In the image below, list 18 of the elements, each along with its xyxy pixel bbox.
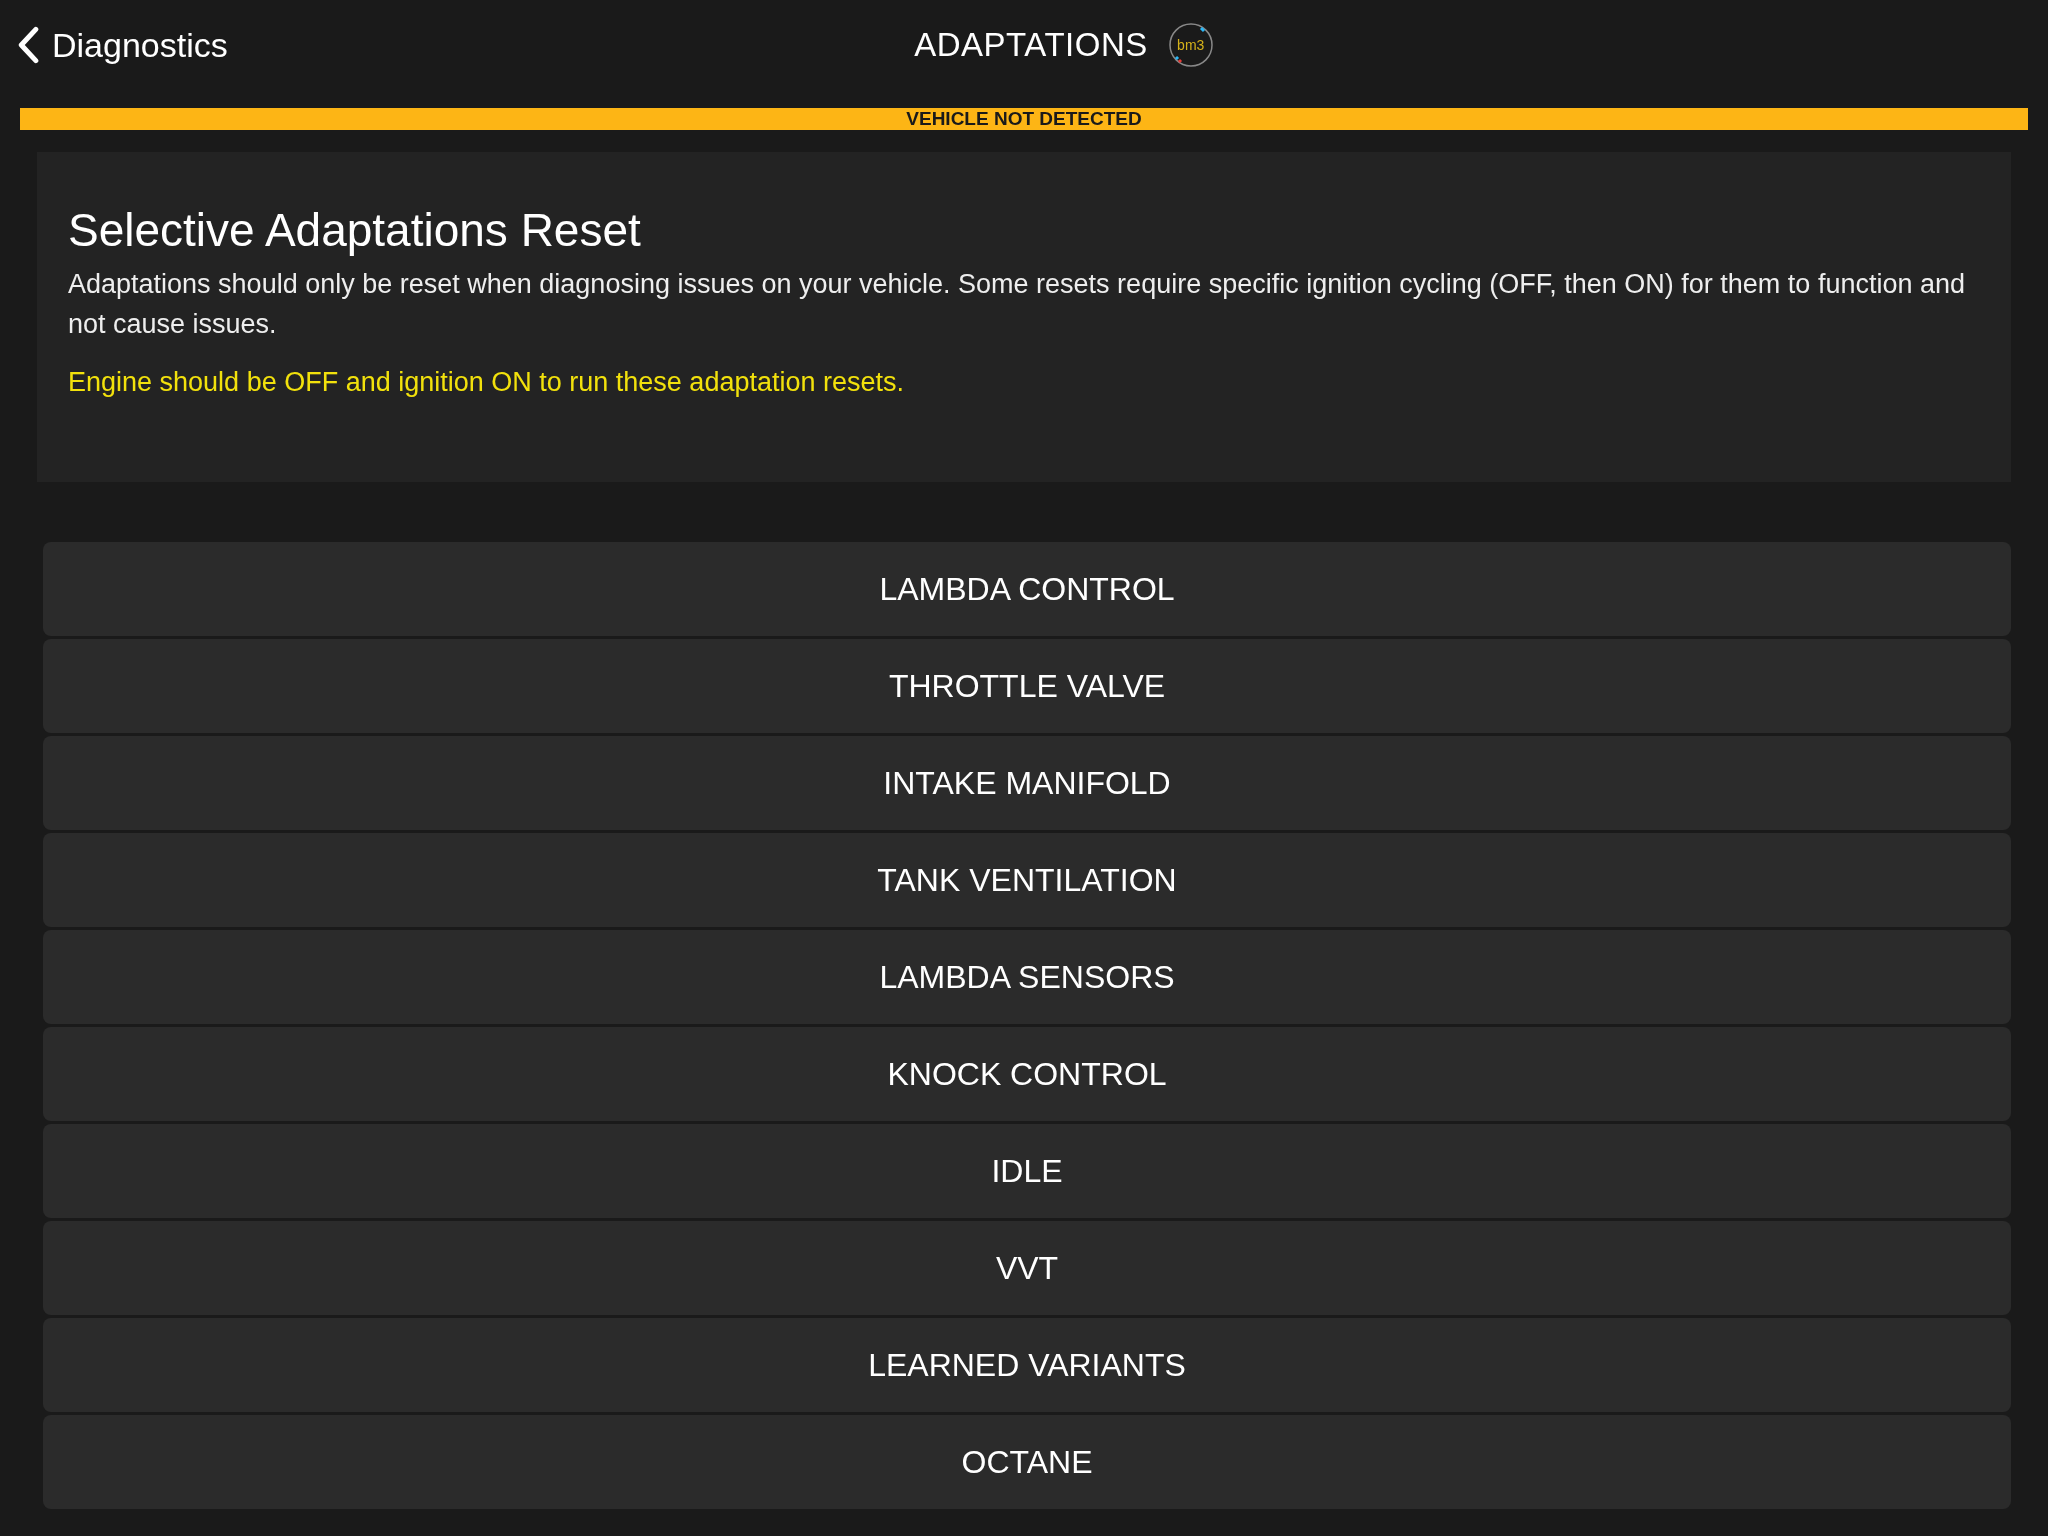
logo: bm3 [1167, 22, 1214, 68]
reset-button[interactable]: VVT [43, 1221, 2011, 1315]
status-banner: VEHICLE NOT DETECTED [20, 108, 2028, 130]
reset-button[interactable]: LEARNED VARIANTS [43, 1318, 2011, 1412]
page-title: ADAPTATIONS [914, 26, 1148, 64]
chevron-left-icon [16, 26, 40, 64]
reset-button[interactable]: OCTANE [43, 1415, 2011, 1509]
section-heading: Selective Adaptations Reset [68, 203, 642, 258]
reset-button[interactable]: INTAKE MANIFOLD [43, 736, 2011, 830]
description-text: Adaptations should only be reset when diagnosing issues on your vehicle. Some resets require specific ignition cycling (OFF, then ON) for them to function and not cause issues. [68, 268, 1966, 341]
reset-button[interactable]: TANK VENTILATION [43, 833, 2011, 927]
reset-button[interactable]: THROTTLE VALVE [43, 639, 2011, 733]
reset-button[interactable]: IDLE [43, 1124, 2011, 1218]
reset-button[interactable]: LAMBDA SENSORS [43, 930, 2011, 1024]
back-button[interactable]: Diagnostics [0, 25, 228, 65]
reset-button[interactable]: KNOCK CONTROL [43, 1027, 2011, 1121]
reset-button[interactable]: LAMBDA CONTROL [43, 542, 2011, 636]
warning-text: Engine should be OFF and ignition ON to run these adaptation resets. [68, 366, 905, 399]
